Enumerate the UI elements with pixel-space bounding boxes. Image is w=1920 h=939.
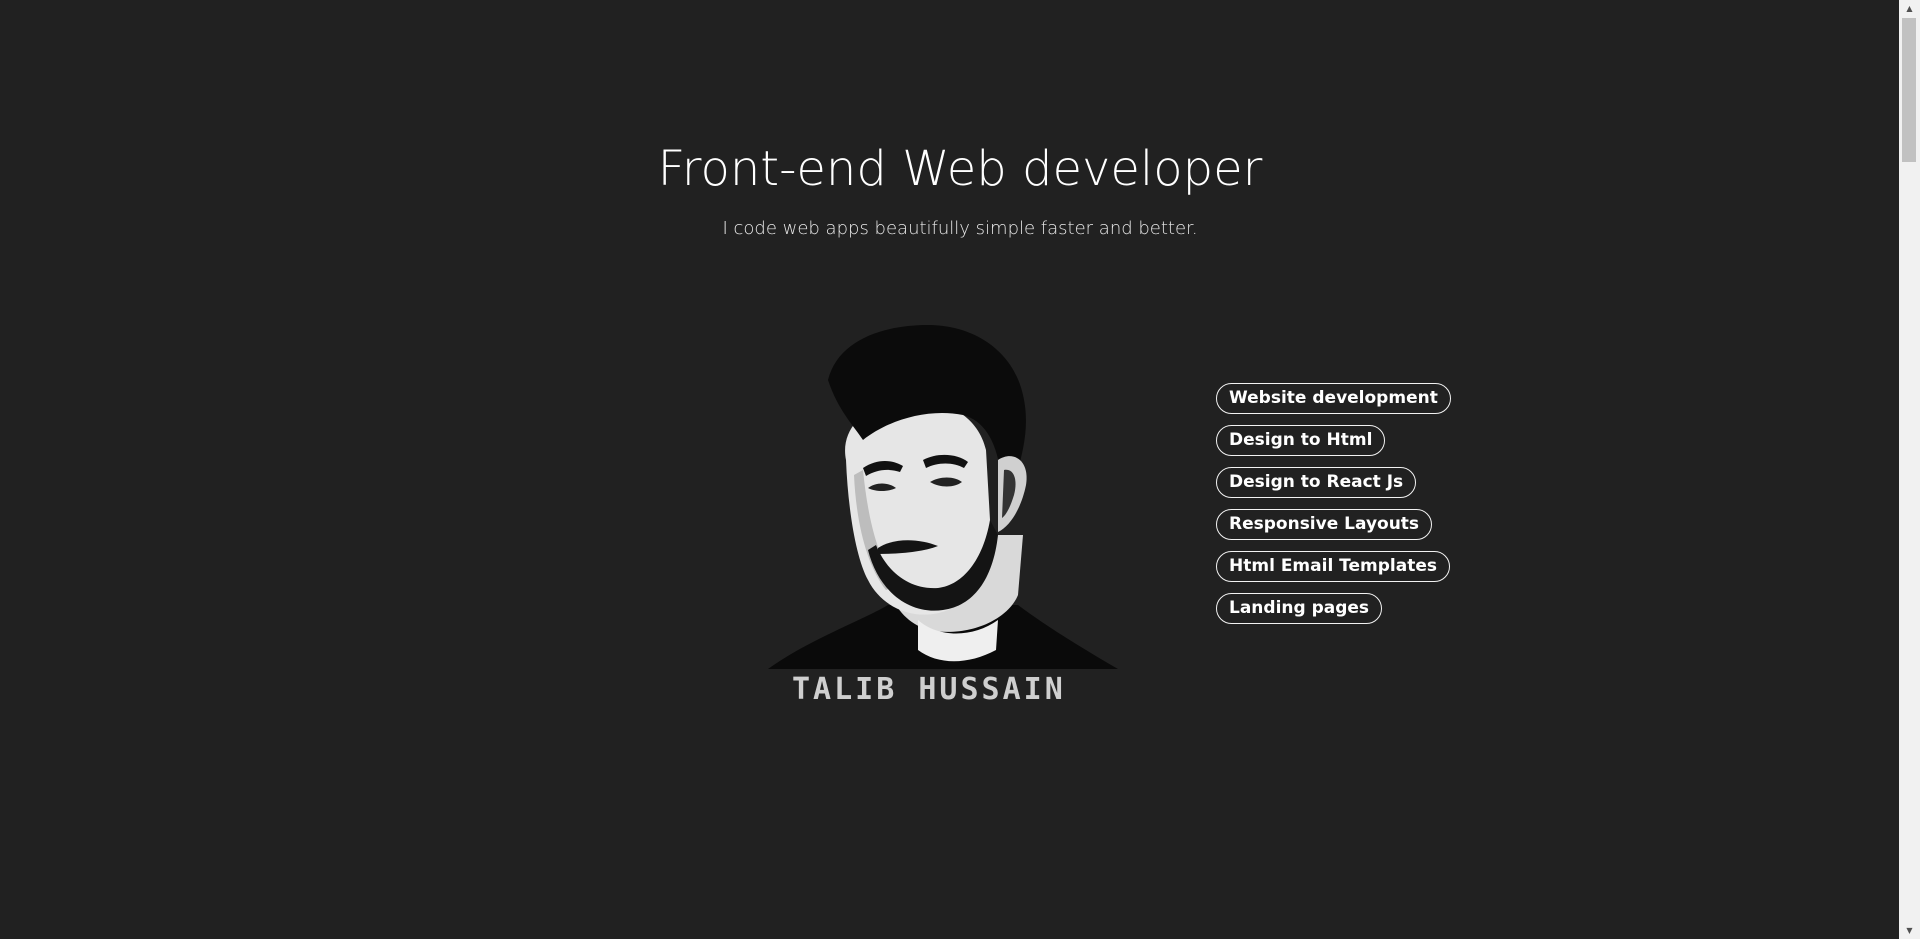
skill-pill[interactable]: Landing pages	[1216, 593, 1383, 624]
page-subtitle: I code web apps beautifully simple faste…	[722, 218, 1198, 239]
skill-pill[interactable]: Design to Html	[1216, 425, 1386, 456]
skills-list: Website development Design to Html Desig…	[1216, 383, 1476, 635]
skill-pill[interactable]: Design to React Js	[1216, 467, 1417, 498]
portrait-name-text: TALIB HUSSAIN	[792, 672, 1066, 700]
vertical-scrollbar[interactable]: ▲ ▼	[1899, 0, 1920, 939]
scroll-up-icon[interactable]: ▲	[1899, 0, 1920, 17]
skill-pill[interactable]: Website development	[1216, 383, 1451, 414]
portrait-image: TALIB HUSSAIN	[768, 325, 1128, 700]
scrollbar-thumb[interactable]	[1902, 18, 1916, 162]
portrait-name-logo: TALIB HUSSAIN	[768, 669, 1128, 700]
skill-pill[interactable]: Html Email Templates	[1216, 551, 1451, 582]
page-title: Front-end Web developer	[657, 141, 1263, 197]
page: Front-end Web developer I code web apps …	[0, 0, 1899, 939]
skill-pill[interactable]: Responsive Layouts	[1216, 509, 1433, 540]
scroll-down-icon[interactable]: ▼	[1899, 922, 1920, 939]
